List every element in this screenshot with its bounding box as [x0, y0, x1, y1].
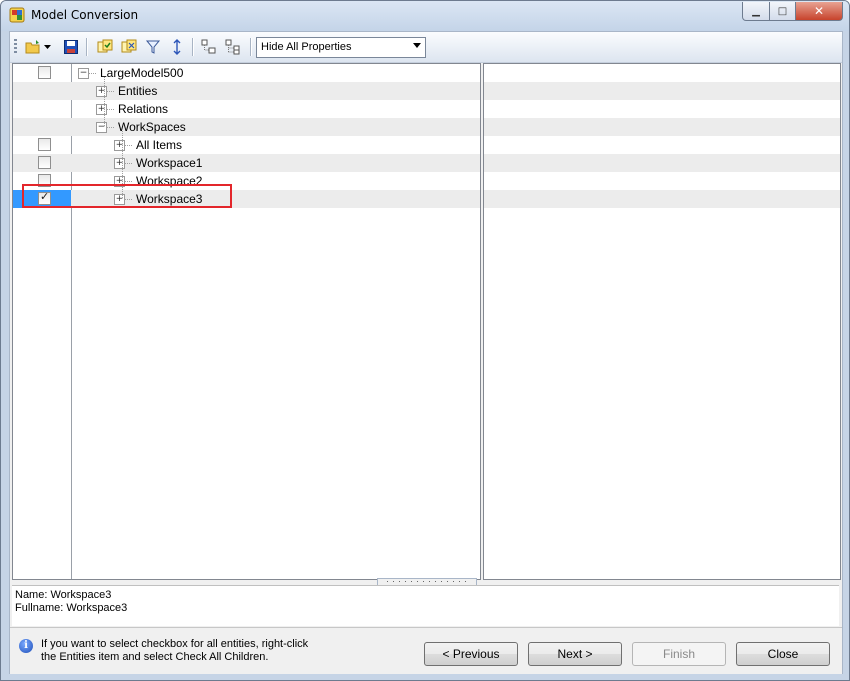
tree-node-label[interactable]: Entities [118, 84, 157, 98]
app-icon [9, 7, 25, 23]
dropdown-arrow-icon[interactable] [43, 38, 51, 56]
properties-dropdown-value: Hide All Properties [261, 41, 352, 53]
selection-details: Name: Workspace3 Fullname: Workspace3 [12, 585, 839, 626]
tree-row-entities[interactable]: + Entities [13, 82, 480, 100]
properties-row [484, 118, 840, 136]
maximize-button[interactable]: □ [769, 2, 796, 21]
save-icon[interactable] [62, 38, 80, 56]
collapse-all-icon[interactable] [224, 38, 242, 56]
next-button[interactable]: Next > [528, 642, 622, 666]
filter-icon[interactable] [144, 38, 162, 56]
selected-name: Name: Workspace3 [15, 589, 112, 601]
minimize-button[interactable]: ▁ [742, 2, 770, 21]
properties-row [484, 154, 840, 172]
tree-connector [104, 77, 105, 126]
row-checkbox[interactable] [38, 156, 51, 169]
tree-row-workspaces[interactable]: − WorkSpaces [13, 118, 480, 136]
row-checkbox[interactable] [38, 66, 51, 79]
tree-connector [124, 181, 132, 182]
previous-button[interactable]: < Previous [424, 642, 518, 666]
hint-line-1: If you want to select checkbox for all e… [41, 638, 309, 650]
finish-button[interactable]: Finish [632, 642, 726, 666]
hint-text: If you want to select checkbox for all e… [41, 638, 341, 664]
window-title: Model Conversion [31, 8, 139, 22]
selected-fullname: Fullname: Workspace3 [15, 602, 128, 614]
properties-row [484, 190, 840, 208]
tree-row-largemodel500[interactable]: − LargeModel500 [13, 64, 480, 82]
hint-line-2: the Entities item and select Check All C… [41, 651, 269, 663]
tree-connector [106, 127, 114, 128]
dialog-footer: i If you want to select checkbox for all… [10, 627, 842, 674]
toolbar-grip[interactable] [14, 39, 17, 55]
tree-row-relations[interactable]: + Relations [13, 100, 480, 118]
tree-node-label[interactable]: Workspace1 [136, 156, 202, 170]
row-checkbox[interactable] [38, 138, 51, 151]
uncheck-children-icon[interactable] [120, 38, 138, 56]
chevron-down-icon[interactable] [413, 43, 421, 48]
tree-node-label[interactable]: Relations [118, 102, 168, 116]
open-folder-icon[interactable] [24, 38, 42, 56]
info-icon: i [19, 639, 33, 653]
properties-panel[interactable] [483, 63, 841, 580]
dialog-body: Hide All Properties − LargeModel500 + En… [9, 31, 843, 674]
tree-connector [106, 91, 114, 92]
annotation-highlight-box [22, 184, 232, 208]
properties-dropdown[interactable]: Hide All Properties [256, 37, 426, 58]
close-window-button[interactable]: ✕ [795, 2, 843, 21]
tree-row-all-items[interactable]: + All Items [13, 136, 480, 154]
properties-row [484, 82, 840, 100]
tree-node-label[interactable]: WorkSpaces [118, 120, 186, 134]
tree-node-label[interactable]: LargeModel500 [100, 66, 183, 80]
title-bar[interactable]: Model Conversion ▁ □ ✕ [1, 1, 849, 31]
tree-node-label[interactable]: All Items [136, 138, 182, 152]
toolbar: Hide All Properties [10, 32, 842, 63]
tree-connector [106, 109, 114, 110]
sort-icon[interactable] [168, 38, 186, 56]
tree-row-workspace1[interactable]: + Workspace1 [13, 154, 480, 172]
model-conversion-window: Model Conversion ▁ □ ✕ Hide All Properti… [0, 0, 850, 681]
tree-connector [124, 145, 132, 146]
close-button[interactable]: Close [736, 642, 830, 666]
expand-all-icon[interactable] [200, 38, 218, 56]
tree-connector [88, 73, 96, 74]
check-children-icon[interactable] [96, 38, 114, 56]
tree-connector [124, 163, 132, 164]
model-tree-panel[interactable]: − LargeModel500 + Entities + Relations −… [12, 63, 481, 580]
